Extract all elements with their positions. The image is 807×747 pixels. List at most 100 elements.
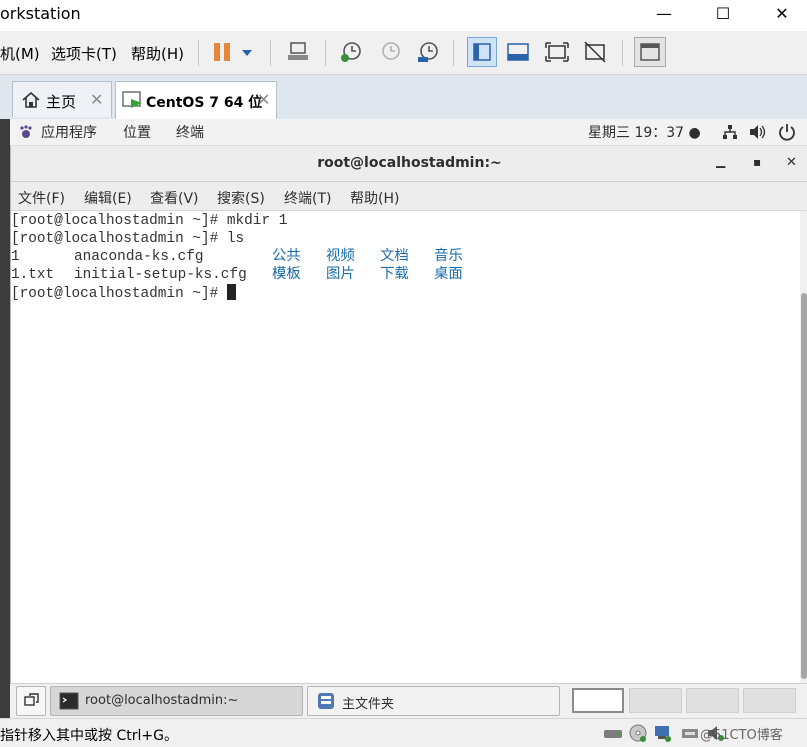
terminal-maximize-button[interactable]: ▪	[753, 155, 761, 169]
ls-dir: 视频	[326, 249, 355, 265]
ls-dir: 公共	[272, 249, 301, 265]
toolbar-separator	[198, 40, 199, 66]
toolbar-separator	[622, 40, 623, 66]
gnome-foot-icon	[18, 124, 34, 144]
tab-home[interactable]: 主页 ✕	[12, 81, 112, 117]
gnome-places-menu[interactable]: 位置	[123, 122, 151, 142]
show-desktop-button[interactable]	[16, 686, 46, 716]
workspace-4[interactable]	[743, 688, 796, 713]
workspace-3[interactable]	[686, 688, 739, 713]
terminal-minimize-button[interactable]: ▁	[716, 154, 725, 168]
ls-entry-cell: anaconda-ks.cfg	[74, 248, 204, 266]
terminal-menu-terminal[interactable]: 终端(T)	[284, 188, 331, 208]
menu-help[interactable]: 帮助(H)	[131, 43, 184, 64]
send-ctrl-alt-del-icon[interactable]	[285, 39, 311, 65]
maximize-button[interactable]: ☐	[700, 0, 746, 26]
workspace-2[interactable]	[629, 688, 682, 713]
menu-vm[interactable]: 机(M)	[0, 43, 40, 64]
window-title: orkstation	[0, 4, 81, 23]
ls-dir-cell: 图片	[326, 266, 355, 284]
ls-dir-cell: 视频	[326, 248, 355, 266]
minimize-button[interactable]: —	[641, 0, 687, 26]
network-adapter-icon[interactable]	[653, 723, 673, 747]
workspace-1[interactable]	[572, 688, 624, 713]
tab-home-close-icon[interactable]: ✕	[90, 90, 103, 109]
ls-dir: 音乐	[434, 249, 463, 265]
ls-dir-cell: 文档	[380, 248, 409, 266]
gnome-terminal-menu[interactable]: 终端	[176, 122, 204, 142]
terminal-close-button[interactable]: ✕	[786, 155, 797, 170]
terminal-cursor	[226, 284, 236, 300]
ls-row: 1	[11, 248, 20, 266]
terminal-scroll-thumb[interactable]	[801, 293, 807, 679]
task-terminal[interactable]: root@localhostadmin:~	[50, 686, 303, 716]
terminal-title: root@localhostadmin:~	[317, 155, 502, 171]
task-home-folder[interactable]: 主文件夹	[307, 686, 560, 716]
tab-centos[interactable]: CentOS 7 64 位 ✕	[115, 81, 277, 119]
ls-dir-cell: 音乐	[434, 248, 463, 266]
ls-dir: 桌面	[434, 267, 463, 283]
home-icon	[21, 90, 41, 114]
toolbar-separator	[270, 40, 271, 66]
ls-dir-cell: 公共	[272, 248, 301, 266]
dropdown-icon[interactable]	[238, 39, 256, 65]
unity-mode-icon[interactable]	[582, 39, 608, 65]
window-title-bar: orkstation — ☐ ✕	[0, 0, 807, 30]
ls-entry-cell: initial-setup-ks.cfg	[74, 266, 247, 284]
network-icon[interactable]	[722, 124, 738, 144]
task-home-folder-label: 主文件夹	[342, 697, 395, 712]
terminal-menu-file[interactable]: 文件(F)	[18, 188, 65, 208]
terminal-line: [root@localhostadmin ~]# ls	[11, 231, 245, 247]
menu-tabs[interactable]: 选项卡(T)	[51, 43, 117, 64]
status-hint: 指针移入其中或按 Ctrl+G。	[0, 728, 178, 744]
ls-dir: 下载	[380, 267, 409, 283]
terminal-window[interactable]: root@localhostadmin:~ ▁ ▪ ✕ 文件(F) 编辑(E) …	[10, 146, 807, 683]
ls-entry: 1	[11, 249, 20, 265]
ls-entry: initial-setup-ks.cfg	[74, 267, 247, 283]
vm-icon	[122, 90, 144, 114]
file-manager-icon	[316, 691, 336, 715]
terminal-header: root@localhostadmin:~ ▁ ▪ ✕	[11, 146, 807, 182]
terminal-line: [root@localhostadmin ~]# mkdir 1	[11, 213, 288, 229]
console-view-icon[interactable]	[634, 37, 666, 67]
tab-bar: 主页 ✕ CentOS 7 64 位 ✕	[0, 75, 807, 120]
ls-row: 1.txt	[11, 266, 54, 284]
terminal-menu-search[interactable]: 搜索(S)	[217, 188, 265, 208]
gnome-applications-menu[interactable]: 应用程序	[41, 122, 97, 142]
task-terminal-label: root@localhostadmin:~	[85, 693, 239, 708]
terminal-icon	[59, 692, 79, 714]
terminal-menu-edit[interactable]: 编辑(E)	[84, 188, 132, 208]
terminal-prompt: [root@localhostadmin ~]#	[11, 286, 227, 302]
host-status-bar: 指针移入其中或按 Ctrl+G。 @51CTO博客	[0, 718, 807, 747]
fullscreen-icon[interactable]	[544, 39, 570, 65]
terminal-scrollbar[interactable]	[800, 211, 807, 683]
close-button[interactable]: ✕	[759, 0, 805, 26]
tab-home-label: 主页	[46, 93, 77, 111]
volume-icon[interactable]	[749, 124, 767, 144]
show-library-icon[interactable]	[467, 37, 497, 67]
ls-dir-cell: 桌面	[434, 266, 463, 284]
terminal-menu-view[interactable]: 查看(V)	[150, 188, 199, 208]
power-icon[interactable]	[778, 123, 796, 145]
ls-dir-cell: 模板	[272, 266, 301, 284]
thumbnail-bar-icon[interactable]	[505, 39, 531, 65]
ls-entry: 1.txt	[11, 267, 55, 283]
revert-snapshot-icon[interactable]	[377, 39, 403, 65]
ls-entry: anaconda-ks.cfg	[74, 249, 204, 265]
tab-centos-close-icon[interactable]: ✕	[257, 90, 270, 109]
terminal-menu-help[interactable]: 帮助(H)	[350, 188, 399, 208]
ls-dir: 图片	[326, 267, 355, 283]
hard-disk-icon[interactable]	[603, 724, 623, 746]
gnome-clock[interactable]: 星期三 19：37 ●	[588, 122, 701, 142]
terminal-output[interactable]: [root@localhostadmin ~]# mkdir 1 [root@l…	[11, 211, 800, 683]
snapshot-manager-icon[interactable]	[415, 39, 441, 65]
toolbar-separator	[453, 40, 454, 66]
terminal-prompt-line: [root@localhostadmin ~]#	[11, 284, 236, 303]
menu-toolbar: 机(M) 选项卡(T) 帮助(H)	[0, 31, 807, 75]
usb-device-icon[interactable]	[680, 724, 700, 746]
cd-drive-icon[interactable]	[628, 723, 648, 747]
snapshot-icon[interactable]	[338, 39, 364, 65]
pause-icon[interactable]	[210, 39, 236, 65]
watermark: @51CTO博客	[700, 728, 783, 743]
ls-dir: 模板	[272, 267, 301, 283]
